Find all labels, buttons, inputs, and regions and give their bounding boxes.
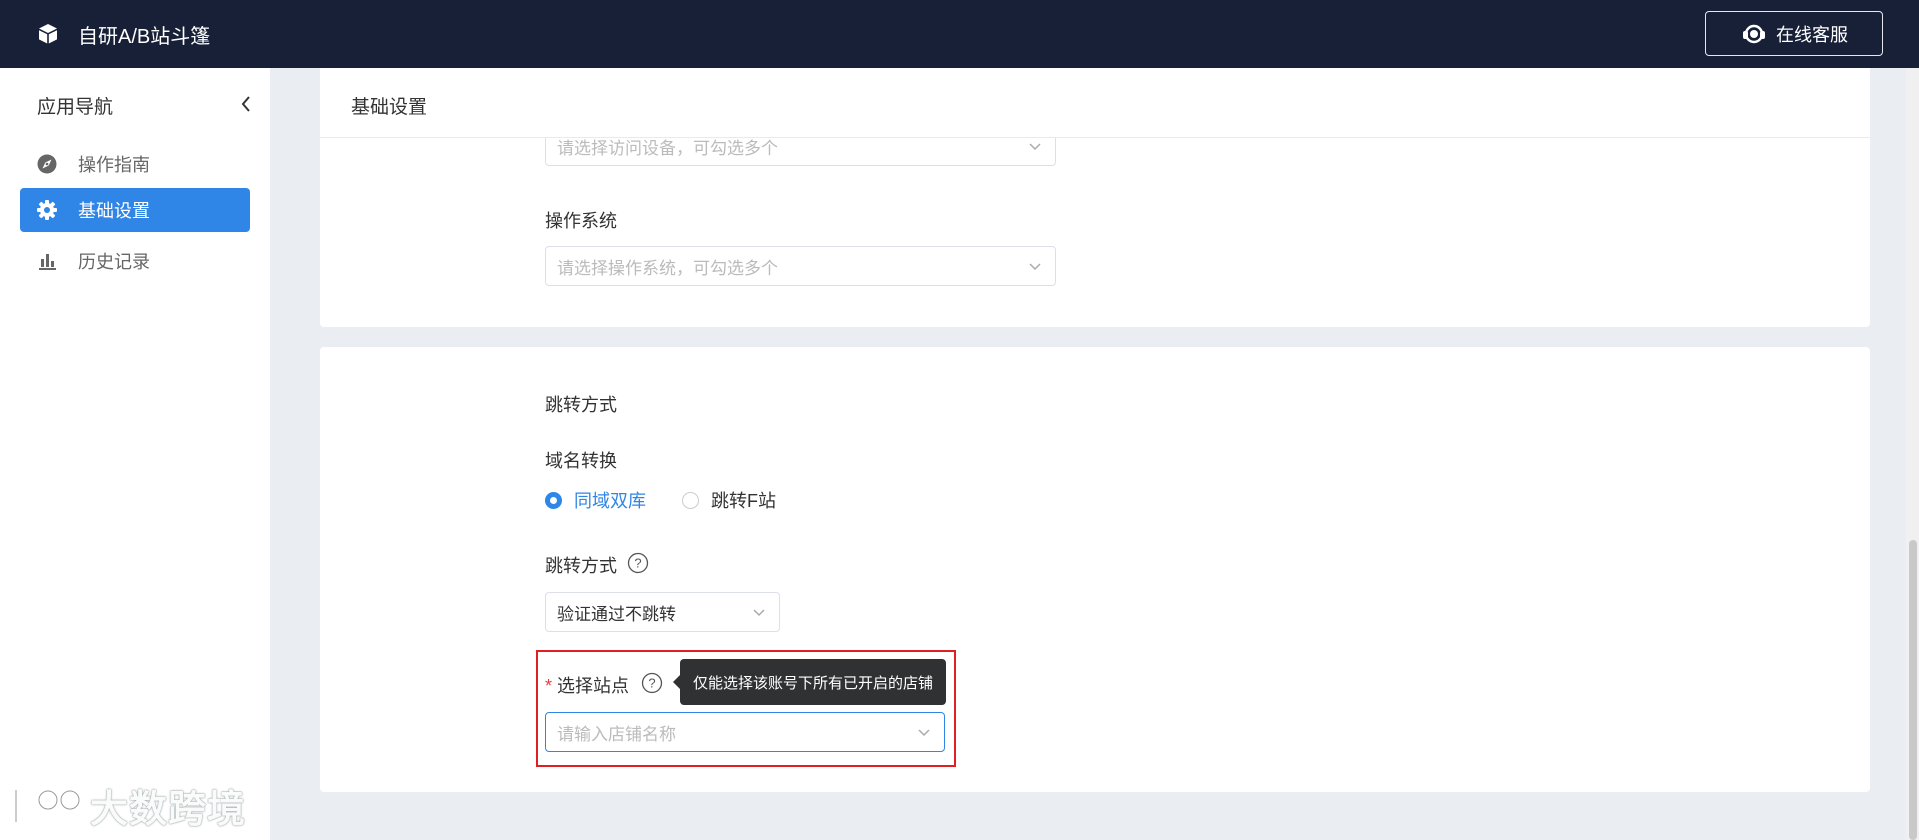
watermark-logo-icon (14, 786, 81, 826)
bar-chart-icon (36, 250, 58, 272)
sidebar-item-guide[interactable]: 操作指南 (20, 142, 250, 186)
watermark-text: 大数跨境 (90, 789, 247, 831)
section-title: 跳转方式 (545, 395, 617, 415)
radio-label: 跳转F站 (711, 491, 776, 511)
redirect-method-label: 跳转方式 (545, 556, 617, 576)
scrollbar-thumb[interactable] (1909, 540, 1917, 840)
cube-icon (39, 24, 57, 44)
gear-icon (36, 199, 58, 221)
sidebar-item-history[interactable]: 历史记录 (20, 239, 250, 283)
sidebar-item-basic-settings[interactable]: 基础设置 (20, 188, 250, 232)
collapse-sidebar-button[interactable] (236, 92, 256, 116)
brand: 自研A/B站斗篷 (36, 20, 210, 49)
watermark: 大数跨境 (10, 778, 246, 833)
question-circle-icon[interactable]: ? (627, 552, 649, 574)
card-header: 基础设置 (320, 68, 1870, 138)
chevron-down-icon (1029, 263, 1041, 271)
chevron-down-icon (753, 609, 765, 617)
top-bar: 自研A/B站斗篷 在线客服 (0, 0, 1919, 68)
radio-label: 同域双库 (574, 491, 646, 511)
os-label: 操作系统 (545, 211, 617, 231)
sidebar-item-label: 操作指南 (78, 155, 150, 175)
online-service-button[interactable]: 在线客服 (1705, 11, 1883, 56)
os-select[interactable]: 请选择操作系统，可勾选多个 (545, 246, 1056, 286)
sidebar-title: 应用导航 (37, 97, 114, 118)
chevron-left-icon (241, 96, 250, 112)
radio-redirect-f-site[interactable]: 跳转F站 (682, 487, 776, 513)
basic-settings-card: 请选择访问设备，可勾选多个 基础设置 操作系统 请选择操作系统，可勾选多个 (320, 68, 1870, 327)
radio-button[interactable] (545, 491, 562, 509)
radio-same-domain[interactable]: 同域双库 (545, 487, 646, 513)
chevron-down-icon (1029, 143, 1041, 151)
app-title: 自研A/B站斗篷 (78, 25, 211, 48)
headset-icon (1743, 24, 1765, 43)
page-title: 基础设置 (351, 97, 428, 118)
os-select-placeholder: 请选择操作系统，可勾选多个 (557, 258, 778, 278)
domain-conversion-label: 域名转换 (545, 451, 617, 471)
radio-button[interactable] (682, 491, 699, 509)
sidebar-item-label: 历史记录 (78, 252, 150, 272)
svg-text:?: ? (634, 556, 641, 571)
sidebar-item-label: 基础设置 (78, 201, 150, 221)
online-service-label: 在线客服 (1776, 24, 1848, 45)
redirect-method-select[interactable]: 验证通过不跳转 (545, 592, 780, 632)
sidebar: 应用导航 操作指南 基础设置 历史记录 (0, 68, 270, 840)
compass-icon (36, 153, 58, 175)
redirect-method-value: 验证通过不跳转 (557, 604, 676, 624)
highlight-box (536, 650, 956, 767)
scrollbar[interactable] (1906, 68, 1919, 840)
